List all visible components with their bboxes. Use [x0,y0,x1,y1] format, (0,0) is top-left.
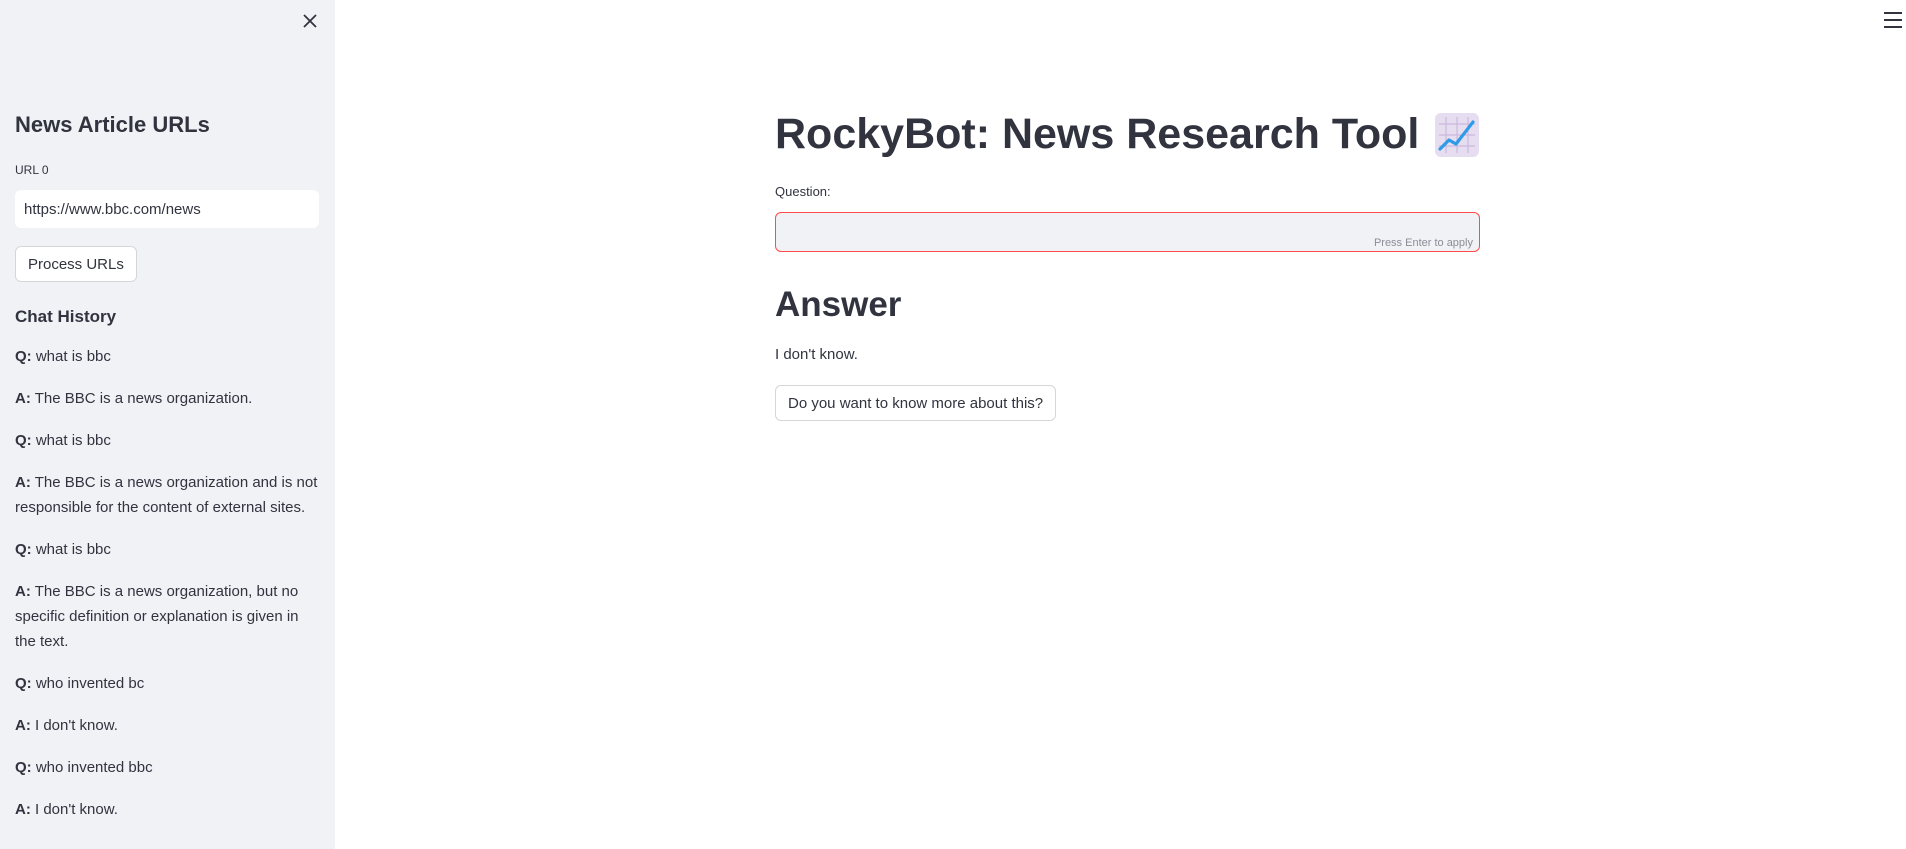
chat-history-item: A: The BBC is a news organization and is… [15,470,320,520]
question-field: Press Enter to apply [775,212,1480,252]
chat-history-prefix: A: [15,583,31,600]
chat-history-prefix: A: [15,717,31,734]
chat-history-prefix: Q: [15,348,32,365]
chat-history-item: Q: what is bbc [15,537,320,562]
answer-text: I don't know. [775,346,858,363]
chat-history-prefix: A: [15,390,31,407]
chat-history-item: Q: what is bbc [15,344,320,369]
chat-history-item: Q: what is bbc [15,428,320,453]
app: News Article URLs URL 0 Process URLs Cha… [0,0,1906,849]
url-label: URL 0 [15,163,49,177]
page-title: RockyBot: News Research Tool [775,110,1480,159]
url-input[interactable] [15,190,319,228]
chat-history-text: The BBC is a news organization. [34,390,253,407]
chat-history-item: A: I don't know. [15,797,320,822]
sidebar: News Article URLs URL 0 Process URLs Cha… [0,0,335,849]
chat-history-text: I don't know. [35,717,118,734]
hamburger-menu-icon[interactable] [1884,12,1902,28]
chat-history-item: A: I don't know. [15,713,320,738]
chat-history-prefix: Q: [15,432,32,449]
close-icon[interactable] [299,10,321,32]
answer-heading: Answer [775,285,902,324]
chat-history-text: The BBC is a news organization, but no s… [15,583,299,650]
chat-history-text: I don't know. [35,801,118,818]
chat-history-text: what is bbc [35,432,111,449]
chat-history-item: A: The BBC is a news organization. [15,386,320,411]
chat-history-prefix: A: [15,801,31,818]
enter-hint: Press Enter to apply [1373,237,1473,249]
chat-history-item: A: The BBC is a news organization, but n… [15,579,320,654]
chart-increasing-icon [1435,112,1480,157]
chat-history-item: Q: who invented bbc [15,755,320,780]
chat-history-list: Q: what is bbc A: The BBC is a news organ… [15,344,320,839]
chat-history-title: Chat History [15,307,117,326]
chat-history-prefix: Q: [15,675,32,692]
process-urls-button[interactable]: Process URLs [15,246,137,282]
chat-history-prefix: Q: [15,759,32,776]
question-label: Question: [775,184,831,199]
chat-history-text: The BBC is a news organization and is no… [15,474,318,516]
chat-history-text: who invented bbc [35,759,153,776]
chat-history-text: who invented bc [35,675,145,692]
chat-history-text: what is bbc [35,348,111,365]
chat-history-text: what is bbc [35,541,111,558]
chat-history-prefix: A: [15,474,31,491]
sidebar-title: News Article URLs [15,112,210,137]
chat-history-item: Q: who invented bc [15,671,320,696]
chat-history-prefix: Q: [15,541,32,558]
know-more-button[interactable]: Do you want to know more about this? [775,385,1057,421]
page-title-text: RockyBot: News Research Tool [775,110,1420,158]
